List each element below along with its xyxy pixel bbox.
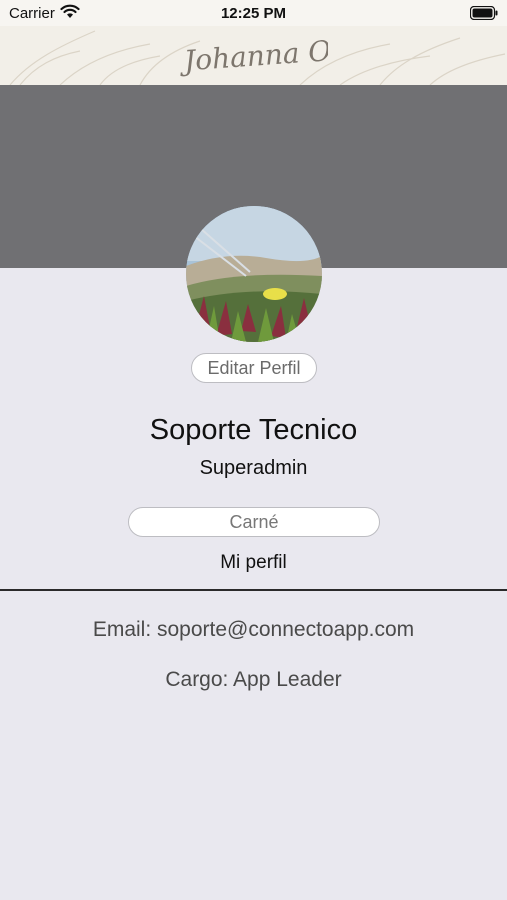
profile-name: Soporte Tecnico [149, 414, 358, 446]
cargo-info: Cargo: App Leader [165, 668, 342, 691]
profile-photo[interactable] [186, 206, 322, 342]
profile-role: Superadmin [199, 457, 308, 479]
svg-text:Johanna Ortiz: Johanna Ortiz [178, 31, 328, 78]
edit-profile-button[interactable]: Editar Perfil [191, 353, 317, 383]
email-info: Email: soporte@connectoapp.com [92, 618, 415, 641]
status-time: 12:25 PM [220, 5, 287, 22]
my-profile-title: Mi perfil [220, 552, 287, 573]
status-bar: Carrier 12:25 PM [0, 0, 507, 26]
battery-icon [469, 5, 498, 24]
carne-input[interactable] [128, 507, 380, 537]
brand-header: Johanna Ortiz [0, 26, 507, 85]
divider [0, 589, 507, 591]
brand-logo: Johanna Ortiz [178, 31, 328, 78]
